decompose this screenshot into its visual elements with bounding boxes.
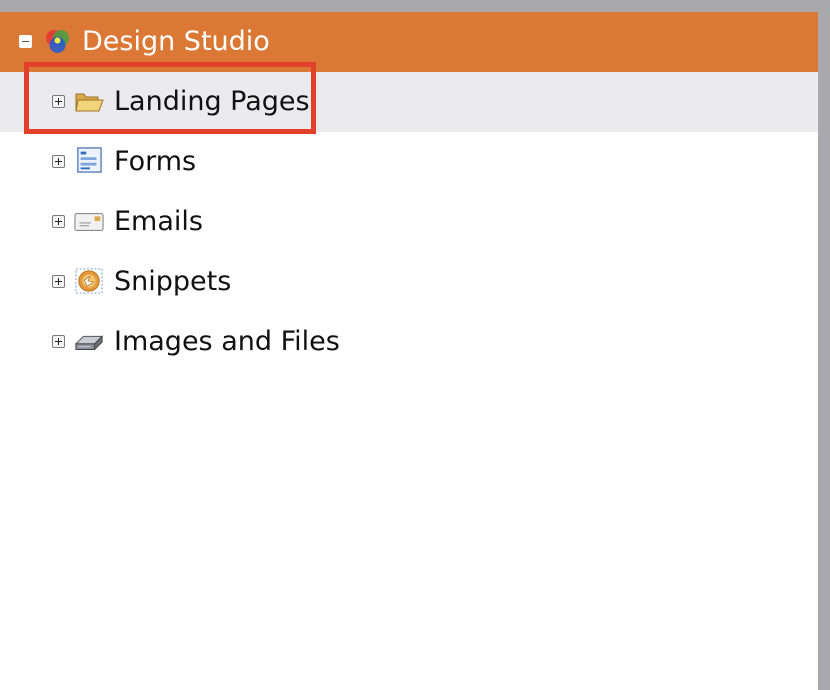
form-icon xyxy=(77,147,102,173)
design-studio-icon xyxy=(46,30,69,53)
tree-node-emails[interactable]: Emails xyxy=(0,192,818,252)
expand-toggle-icon[interactable] xyxy=(52,335,65,348)
tree-node-forms[interactable]: Forms xyxy=(0,132,818,192)
tree-node-label: Images and Files xyxy=(114,326,340,357)
expand-toggle-icon[interactable] xyxy=(52,155,65,168)
email-icon xyxy=(74,213,104,231)
tree-node-snippets[interactable]: Snippets xyxy=(0,252,818,312)
expand-toggle-icon[interactable] xyxy=(52,215,65,228)
selection-highlight-box xyxy=(24,62,316,134)
tree-node-label: Forms xyxy=(114,146,197,177)
window-top-border xyxy=(0,0,830,12)
tree-node-label: Snippets xyxy=(114,266,232,297)
window-right-scrollbar-gutter xyxy=(818,0,830,690)
tree-node-label: Emails xyxy=(114,206,203,237)
collapse-toggle-icon[interactable] xyxy=(19,35,32,48)
expand-toggle-icon[interactable] xyxy=(52,275,65,288)
tree-node-label: Design Studio xyxy=(82,26,270,57)
snippet-icon xyxy=(75,268,103,294)
tree-node-images-and-files[interactable]: Images and Files xyxy=(0,312,818,372)
image-files-icon xyxy=(74,335,104,351)
